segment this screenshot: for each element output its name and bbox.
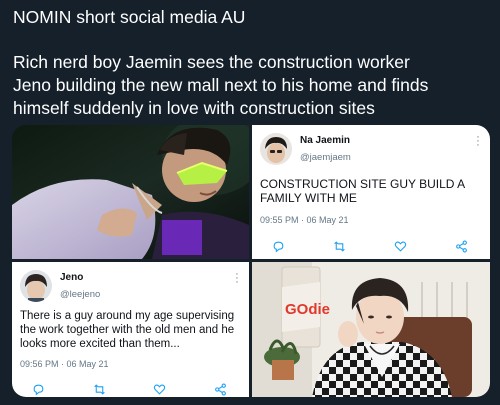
media-grid: Na Jaemin @jaemjaem · · · CONSTRUCTION SIT… bbox=[12, 125, 490, 397]
photo-checkered-jacket[interactable]: GOdie bbox=[252, 262, 490, 397]
tweet-actions bbox=[272, 240, 468, 253]
author-name[interactable]: Na Jaemin bbox=[300, 135, 351, 146]
photo-neon-glasses[interactable] bbox=[12, 125, 249, 259]
tweet-author: Jeno @leejeno bbox=[60, 272, 100, 300]
caption-title: NOMIN short social media AU bbox=[13, 7, 246, 27]
author-name[interactable]: Jeno bbox=[60, 272, 100, 283]
photo-neon-glasses-image bbox=[12, 125, 249, 259]
tweet-timestamp[interactable]: 09:56 PM · 06 May 21 bbox=[20, 359, 109, 369]
tweet-text: There is a guy around my age supervising… bbox=[20, 310, 235, 350]
tweet-card-jaemin[interactable]: Na Jaemin @jaemjaem · · · CONSTRUCTION SIT… bbox=[252, 125, 490, 259]
avatar-image bbox=[260, 133, 292, 165]
tweet-timestamp[interactable]: 09:55 PM · 06 May 21 bbox=[260, 215, 349, 225]
tweet-author: Na Jaemin @jaemjaem bbox=[300, 135, 351, 163]
avatar-image bbox=[20, 270, 52, 302]
sign-text: GOdie bbox=[285, 301, 330, 318]
retweet-icon[interactable] bbox=[93, 383, 106, 396]
more-icon[interactable]: · · · bbox=[235, 269, 239, 288]
caption-line-3: himself suddenly in love with constructi… bbox=[13, 98, 375, 118]
reply-icon[interactable] bbox=[272, 240, 285, 253]
share-icon[interactable] bbox=[214, 383, 227, 396]
share-icon[interactable] bbox=[455, 240, 468, 253]
like-icon[interactable] bbox=[394, 240, 407, 253]
tweet-card-jeno[interactable]: Jeno @leejeno · · · There is a guy around … bbox=[12, 262, 249, 397]
like-icon[interactable] bbox=[153, 383, 166, 396]
author-handle[interactable]: @jaemjaem bbox=[300, 152, 351, 163]
avatar[interactable] bbox=[260, 133, 292, 165]
photo-checkered-jacket-image: GOdie bbox=[252, 262, 490, 397]
more-icon[interactable]: · · · bbox=[476, 132, 480, 151]
tweet-text: CONSTRUCTION SITE GUY BUILD A FAMILY WIT… bbox=[260, 177, 465, 205]
tweet-header: Jeno @leejeno bbox=[20, 270, 100, 302]
post-caption: NOMIN short social media AU Rich nerd bo… bbox=[13, 6, 493, 120]
tweet-header: Na Jaemin @jaemjaem bbox=[260, 133, 351, 165]
avatar[interactable] bbox=[20, 270, 52, 302]
caption-line-2: Jeno building the new mall next to his h… bbox=[13, 75, 429, 95]
caption-line-1: Rich nerd boy Jaemin sees the constructi… bbox=[13, 52, 410, 72]
retweet-icon[interactable] bbox=[333, 240, 346, 253]
author-handle[interactable]: @leejeno bbox=[60, 289, 100, 300]
tweet-actions bbox=[32, 383, 227, 396]
reply-icon[interactable] bbox=[32, 383, 45, 396]
